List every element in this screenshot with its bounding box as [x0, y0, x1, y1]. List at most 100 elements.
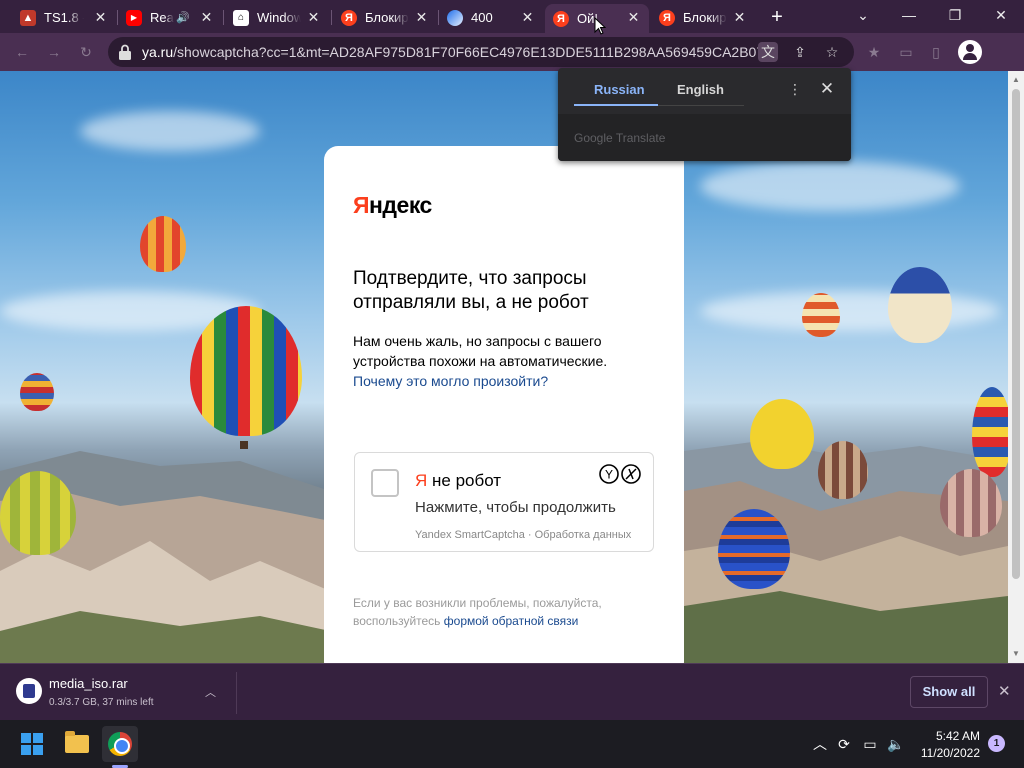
scrollbar-thumb[interactable]: [1012, 89, 1020, 579]
not-robot-checkbox[interactable]: [371, 469, 399, 497]
url-text[interactable]: ya.ru/showcaptcha?cc=1&mt=AD28AF975D81F7…: [142, 44, 758, 60]
back-icon[interactable]: ←: [12, 42, 32, 62]
translate-tab-russian[interactable]: Russian: [594, 82, 645, 97]
archive-file-icon[interactable]: [16, 678, 42, 704]
extensions-puzzle-icon[interactable]: ▭: [896, 42, 916, 62]
more-options-icon[interactable]: ⋮: [788, 81, 802, 98]
smartcaptcha-widget[interactable]: Я не робот Нажмите, чтобы продолжить Yan…: [354, 452, 654, 552]
translate-footer: Google Translate: [558, 114, 851, 161]
address-bar[interactable]: ya.ru/showcaptcha?cc=1&mt=AD28AF975D81F7…: [108, 37, 854, 67]
minimize-button[interactable]: —: [894, 4, 924, 26]
scroll-down-icon[interactable]: ▼: [1012, 649, 1020, 658]
windows-logo-icon: [21, 733, 43, 755]
tab-search-dropdown[interactable]: ⌄: [848, 4, 878, 26]
close-icon[interactable]: ✕: [998, 682, 1011, 700]
google-translate-brand: Google Translate: [574, 131, 666, 145]
tab-separator: [331, 10, 332, 25]
tab-title: Window: [257, 10, 301, 25]
hot-air-balloon: [140, 216, 186, 272]
close-icon[interactable]: ✕: [626, 10, 641, 25]
side-panel-icon[interactable]: ▯: [926, 42, 946, 62]
hot-air-balloon: [888, 267, 952, 343]
yandex-icon: Я: [659, 9, 675, 26]
click-to-continue-label: Нажмите, чтобы продолжить: [415, 499, 616, 516]
feedback-form-link[interactable]: формой обратной связи: [444, 614, 579, 628]
close-icon[interactable]: ✕: [819, 79, 835, 99]
tab-yandex-block-2[interactable]: Я Блокир ✕: [651, 4, 755, 31]
share-icon[interactable]: ⇪: [790, 42, 810, 62]
yandex-logo[interactable]: Яндекс: [353, 192, 432, 219]
sync-icon[interactable]: ⟳: [834, 734, 854, 754]
museum-icon: ⌂: [233, 9, 249, 26]
tab-yandex-block-1[interactable]: Я Блокир ✕: [333, 4, 437, 31]
cloud: [700, 161, 960, 211]
why-link[interactable]: Почему это могло произойти?: [353, 373, 548, 389]
file-explorer-button[interactable]: [59, 726, 95, 762]
speaker-icon[interactable]: 🔊: [176, 11, 190, 24]
tab-youtube[interactable]: ▶ Rea 🔊 ✕: [118, 4, 222, 31]
download-status: 0.3/3.7 GB, 37 mins left: [49, 697, 154, 708]
forward-icon[interactable]: →: [44, 42, 64, 62]
smartcaptcha-logo-icon: Y: [599, 464, 641, 484]
smartcaptcha-footer[interactable]: Yandex SmartCaptcha · Обработка данных: [415, 529, 631, 541]
profile-avatar[interactable]: [958, 40, 982, 64]
network-icon[interactable]: ▭: [860, 734, 880, 754]
edge-icon: [447, 9, 463, 26]
hot-air-balloon: [940, 469, 1002, 537]
extension-icon[interactable]: ★: [864, 42, 884, 62]
close-icon[interactable]: ✕: [520, 10, 535, 25]
close-window-button[interactable]: ✕: [986, 4, 1016, 26]
close-icon[interactable]: ✕: [732, 10, 747, 25]
download-separator: [236, 672, 237, 714]
show-all-button[interactable]: Show all: [910, 676, 988, 708]
lock-icon[interactable]: [118, 44, 132, 60]
bookmark-star-icon[interactable]: ☆: [822, 42, 842, 62]
ts-icon: ▲: [20, 9, 36, 26]
clock-date[interactable]: 11/20/2022: [916, 746, 980, 760]
scroll-up-icon[interactable]: ▲: [1012, 75, 1020, 84]
start-button[interactable]: [14, 726, 50, 762]
new-tab-button[interactable]: +: [766, 7, 788, 27]
tab-strip: ▲ TS1.8 - C ✕ ▶ Rea 🔊 ✕ ⌂ Window ✕ Я Бло…: [0, 0, 1024, 33]
translate-icon[interactable]: 文: [758, 42, 778, 62]
tab-separator: [223, 10, 224, 25]
chevron-up-icon[interactable]: ︿: [205, 684, 216, 700]
reload-icon[interactable]: ↻: [76, 42, 96, 62]
yandex-icon: Я: [341, 9, 357, 26]
close-icon[interactable]: ✕: [93, 10, 108, 25]
hot-air-balloon: [190, 306, 302, 436]
url-host: ya.ru: [142, 44, 174, 60]
clock-time[interactable]: 5:42 AM: [924, 729, 980, 743]
tab-title: Блокир: [365, 10, 409, 25]
tab-title: TS1.8 - C: [44, 10, 84, 25]
hot-air-balloon: [972, 387, 1012, 477]
page-scrollbar[interactable]: ▲ ▼: [1008, 71, 1024, 663]
download-file-name[interactable]: media_iso.rar: [49, 676, 128, 691]
tab-windows[interactable]: ⌂ Window ✕: [225, 4, 329, 31]
url-path: /showcaptcha?cc=1&mt=AD28AF975D81F70F66E…: [173, 44, 758, 60]
translate-tab-english[interactable]: English: [677, 82, 724, 97]
chrome-taskbar-button[interactable]: [102, 726, 138, 762]
tab-ts[interactable]: ▲ TS1.8 - C ✕: [12, 4, 116, 31]
tab-title: Блокир: [683, 10, 727, 25]
close-icon[interactable]: ✕: [306, 10, 321, 25]
svg-text:Y: Y: [605, 468, 613, 482]
chevron-up-icon[interactable]: ︿: [810, 734, 830, 754]
hot-air-balloon: [750, 399, 814, 469]
mouse-cursor-icon: [594, 17, 606, 35]
tab-title: 400: [471, 10, 493, 25]
tab-title: Rea: [150, 10, 174, 25]
close-icon[interactable]: ✕: [414, 10, 429, 25]
captcha-heading: Подтвердите, что запросы отправляли вы, …: [353, 268, 589, 313]
notification-badge[interactable]: 1: [988, 735, 1005, 752]
youtube-icon: ▶: [126, 9, 142, 26]
volume-icon[interactable]: 🔈: [886, 734, 906, 754]
close-icon[interactable]: ✕: [199, 10, 214, 25]
folder-icon: [65, 731, 89, 753]
captcha-card: Яндекс Подтвердите, что запросы отправля…: [324, 146, 684, 676]
windows-taskbar: ︿ ⟳ ▭ 🔈 5:42 AM 11/20/2022 1: [0, 720, 1024, 768]
captcha-description: Нам очень жаль, но запросы с вашего устр…: [353, 333, 608, 389]
yandex-icon: Я: [553, 10, 569, 27]
tab-400[interactable]: 400 ✕: [439, 4, 543, 31]
maximize-button[interactable]: ❐: [940, 4, 970, 26]
